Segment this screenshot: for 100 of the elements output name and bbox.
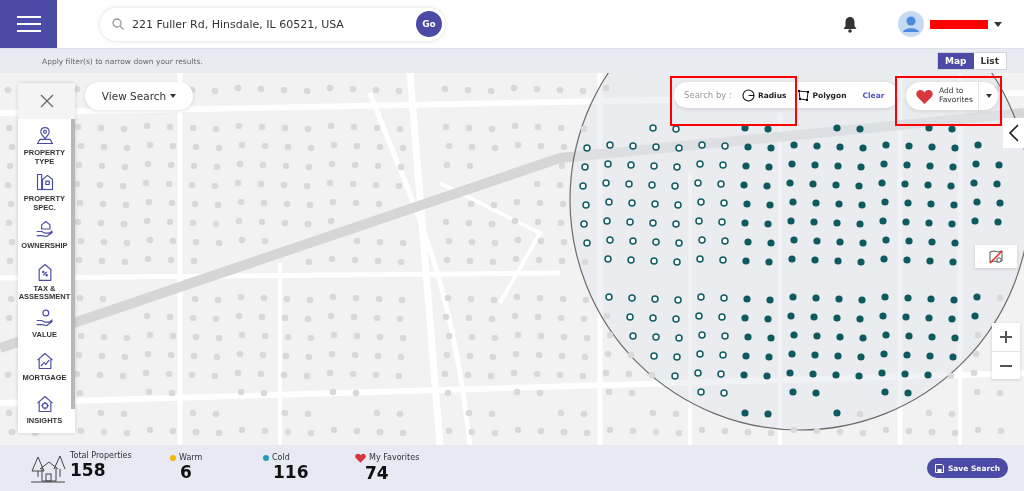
property-marker[interactable] — [832, 371, 840, 379]
cold-property-marker[interactable] — [694, 369, 702, 377]
property-marker[interactable] — [972, 160, 980, 168]
property-marker[interactable] — [924, 371, 932, 379]
property-marker[interactable] — [764, 315, 772, 323]
cold-property-marker[interactable] — [629, 142, 637, 150]
cold-property-marker[interactable] — [698, 141, 706, 149]
cold-property-marker[interactable] — [629, 332, 637, 340]
property-marker[interactable] — [904, 294, 912, 302]
cold-property-marker[interactable] — [674, 296, 682, 304]
property-marker[interactable] — [902, 218, 910, 226]
cold-property-marker[interactable] — [718, 313, 726, 321]
cold-property-marker[interactable] — [674, 201, 682, 209]
property-marker[interactable] — [764, 220, 772, 228]
cold-property-marker[interactable] — [649, 124, 657, 132]
property-marker[interactable] — [973, 293, 981, 301]
property-marker[interactable] — [744, 333, 752, 341]
cold-property-marker[interactable] — [717, 180, 725, 188]
property-marker[interactable] — [834, 257, 842, 265]
property-marker[interactable] — [905, 332, 913, 340]
property-marker[interactable] — [767, 144, 775, 152]
property-marker[interactable] — [878, 369, 886, 377]
cold-property-marker[interactable] — [675, 144, 683, 152]
property-marker[interactable] — [813, 237, 821, 245]
property-marker[interactable] — [947, 182, 955, 190]
property-marker[interactable] — [834, 352, 842, 360]
cold-property-marker[interactable] — [650, 257, 658, 265]
property-marker[interactable] — [809, 180, 817, 188]
property-marker[interactable] — [903, 351, 911, 359]
property-marker[interactable] — [901, 370, 909, 378]
avatar-icon[interactable] — [898, 11, 924, 37]
property-marker[interactable] — [810, 313, 818, 321]
property-marker[interactable] — [764, 410, 772, 418]
menu-button[interactable] — [0, 0, 57, 48]
cold-property-marker[interactable] — [649, 219, 657, 227]
property-marker[interactable] — [813, 142, 821, 150]
cold-property-marker[interactable] — [675, 334, 683, 342]
cold-property-marker[interactable] — [626, 313, 634, 321]
cold-property-marker[interactable] — [720, 199, 728, 207]
property-marker[interactable] — [996, 199, 1004, 207]
cold-property-marker[interactable] — [719, 161, 727, 169]
property-marker[interactable] — [855, 182, 863, 190]
cold-property-marker[interactable] — [720, 294, 728, 302]
cold-property-marker[interactable] — [650, 352, 658, 360]
cold-property-marker[interactable] — [672, 125, 680, 133]
property-marker[interactable] — [786, 369, 794, 377]
property-marker[interactable] — [787, 217, 795, 225]
cold-property-marker[interactable] — [581, 163, 589, 171]
property-marker[interactable] — [927, 200, 935, 208]
property-marker[interactable] — [971, 312, 979, 320]
cold-property-marker[interactable] — [648, 181, 656, 189]
property-marker[interactable] — [903, 161, 911, 169]
property-marker[interactable] — [836, 333, 844, 341]
property-marker[interactable] — [949, 258, 957, 266]
property-marker[interactable] — [948, 220, 956, 228]
property-marker[interactable] — [859, 239, 867, 247]
property-marker[interactable] — [811, 351, 819, 359]
cold-property-marker[interactable] — [604, 255, 612, 263]
property-marker[interactable] — [951, 239, 959, 247]
property-marker[interactable] — [856, 315, 864, 323]
property-marker[interactable] — [767, 334, 775, 342]
cold-property-marker[interactable] — [580, 220, 588, 228]
property-marker[interactable] — [813, 332, 821, 340]
cold-property-marker[interactable] — [721, 332, 729, 340]
property-marker[interactable] — [880, 255, 888, 263]
cold-property-marker[interactable] — [694, 179, 702, 187]
cold-property-marker[interactable] — [673, 258, 681, 266]
property-marker[interactable] — [924, 181, 932, 189]
cold-property-marker[interactable] — [652, 238, 660, 246]
cold-property-marker[interactable] — [582, 201, 590, 209]
property-marker[interactable] — [789, 198, 797, 206]
property-marker[interactable] — [855, 372, 863, 380]
cold-property-marker[interactable] — [675, 239, 683, 247]
cold-property-marker[interactable] — [627, 161, 635, 169]
cold-property-marker[interactable] — [698, 236, 706, 244]
property-marker[interactable] — [811, 256, 819, 264]
property-marker[interactable] — [836, 143, 844, 151]
property-marker[interactable] — [765, 353, 773, 361]
property-marker[interactable] — [926, 257, 934, 265]
property-marker[interactable] — [834, 162, 842, 170]
cold-property-marker[interactable] — [605, 293, 613, 301]
property-marker[interactable] — [882, 236, 890, 244]
property-marker[interactable] — [951, 144, 959, 152]
property-marker[interactable] — [928, 143, 936, 151]
property-marker[interactable] — [857, 163, 865, 171]
cold-property-marker[interactable] — [650, 162, 658, 170]
property-marker[interactable] — [835, 295, 843, 303]
property-marker[interactable] — [788, 255, 796, 263]
property-marker[interactable] — [766, 296, 774, 304]
property-marker[interactable] — [835, 200, 843, 208]
property-marker[interactable] — [789, 388, 797, 396]
go-button[interactable]: Go — [416, 11, 442, 37]
cold-property-marker[interactable] — [719, 351, 727, 359]
property-marker[interactable] — [903, 256, 911, 264]
property-marker[interactable] — [811, 161, 819, 169]
property-marker[interactable] — [927, 295, 935, 303]
property-marker[interactable] — [765, 258, 773, 266]
cold-property-marker[interactable] — [695, 312, 703, 320]
cold-property-marker[interactable] — [625, 180, 633, 188]
property-marker[interactable] — [740, 371, 748, 379]
